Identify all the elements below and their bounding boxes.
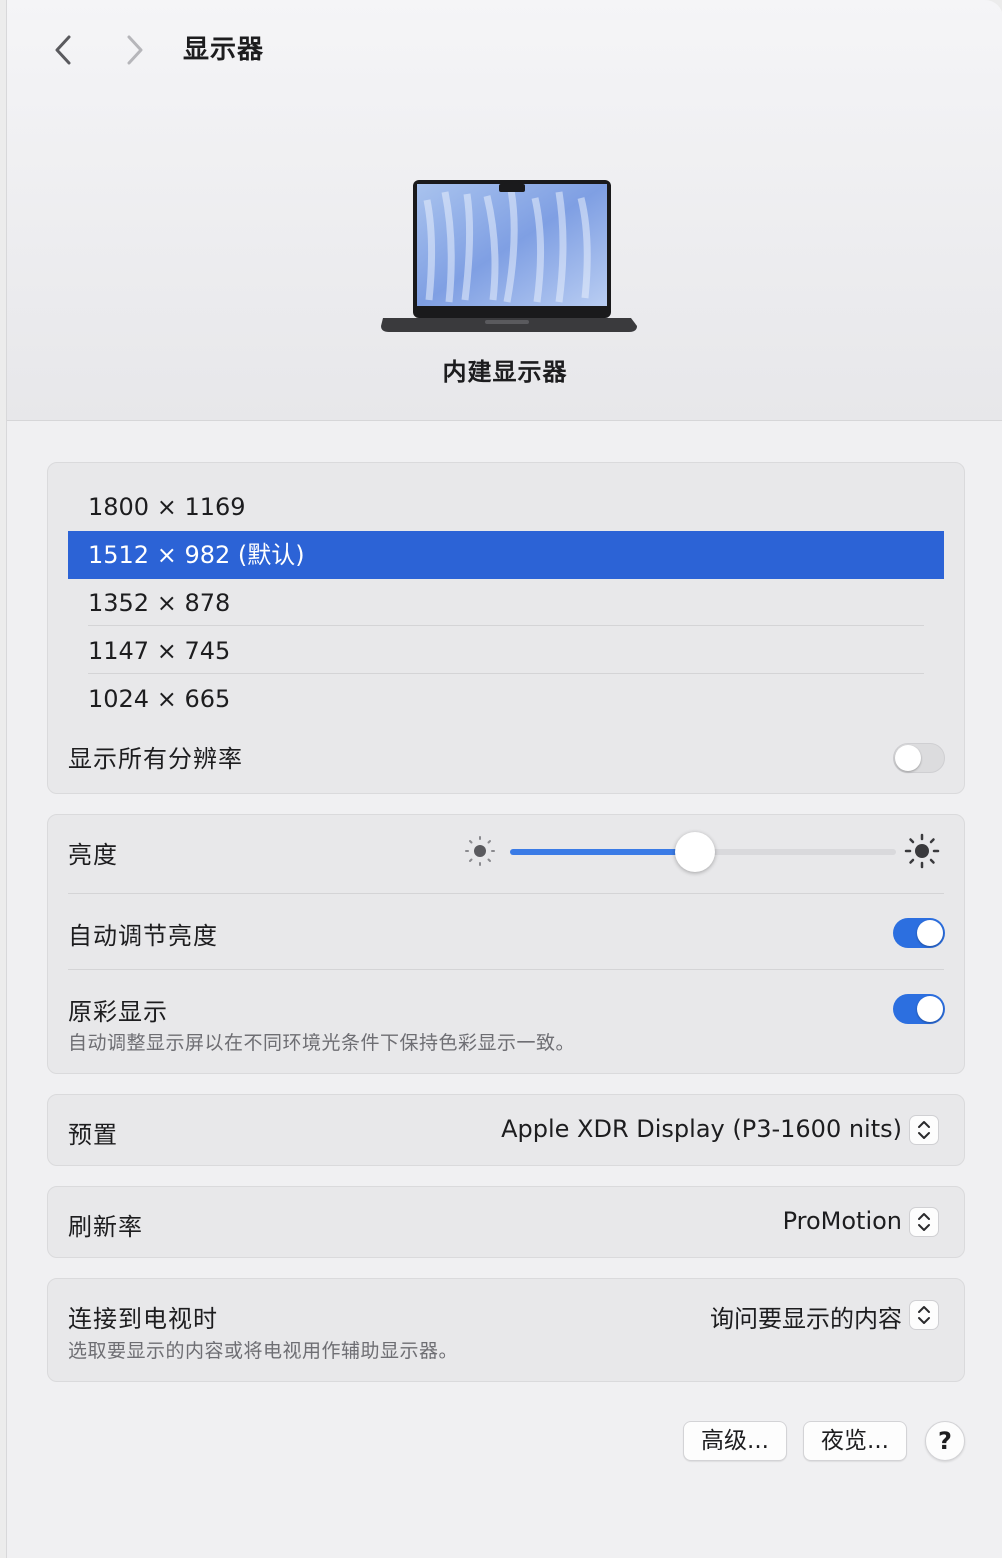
night-shift-button[interactable]: 夜览... (803, 1421, 907, 1461)
back-button[interactable] (43, 30, 83, 70)
toggle-knob (917, 920, 943, 946)
divider (88, 673, 924, 674)
brightness-label: 亮度 (68, 841, 118, 869)
chevron-up-down-icon (918, 1121, 930, 1139)
divider (68, 969, 944, 970)
chevron-right-icon (127, 35, 143, 65)
true-tone-label: 原彩显示 (68, 998, 168, 1026)
toggle-knob (895, 745, 921, 771)
chevron-up-down-icon (918, 1306, 930, 1324)
show-all-resolutions-label: 显示所有分辨率 (68, 745, 243, 773)
display-header: 显示器 内建显示器 (7, 0, 1002, 421)
laptop-display-icon[interactable] (375, 176, 639, 336)
sun-small-icon (465, 836, 495, 866)
true-tone-toggle[interactable] (893, 994, 945, 1024)
advanced-button[interactable]: 高级... (683, 1421, 787, 1461)
divider (68, 893, 944, 894)
tv-connection-description: 选取要显示的内容或将电视用作辅助显示器。 (68, 1340, 459, 1362)
chevron-up-down-icon (918, 1213, 930, 1231)
chevron-left-icon (55, 35, 71, 65)
brightness-slider-fill (510, 849, 696, 855)
sun-large-icon (904, 833, 940, 869)
resolution-option[interactable]: 1024 × 665 (68, 675, 944, 723)
tv-connection-label: 连接到电视时 (68, 1305, 218, 1333)
help-button[interactable]: ? (925, 1421, 965, 1461)
forward-button[interactable] (115, 30, 155, 70)
refresh-rate-label: 刷新率 (68, 1213, 143, 1241)
tv-connection-value[interactable]: 询问要显示的内容 (710, 1299, 902, 1334)
preset-label: 预置 (68, 1121, 118, 1149)
brightness-card: 亮度 自动调节亮度 原彩显示 自动调整显示屏以在不同环境光条件下保持色彩显示一致… (47, 814, 965, 1074)
refresh-rate-popup-button[interactable] (909, 1207, 939, 1237)
true-tone-description: 自动调整显示屏以在不同环境光条件下保持色彩显示一致。 (68, 1032, 576, 1054)
display-name: 内建显示器 (442, 358, 568, 386)
resolution-option-selected[interactable]: 1512 × 982 (默认) (68, 531, 944, 579)
preset-popup-button[interactable] (909, 1115, 939, 1145)
resolution-option[interactable]: 1147 × 745 (68, 627, 944, 675)
toggle-knob (917, 996, 943, 1022)
page-title: 显示器 (183, 35, 265, 65)
preset-card: 预置 Apple XDR Display (P3-1600 nits) (47, 1094, 965, 1166)
auto-brightness-label: 自动调节亮度 (68, 922, 218, 950)
settings-window: 显示器 内建显示器 1800 × 1169 1512 × 982 (默认) 13… (6, 0, 1002, 1558)
auto-brightness-toggle[interactable] (893, 918, 945, 948)
resolution-option[interactable]: 1800 × 1169 (68, 483, 944, 531)
resolution-card: 1800 × 1169 1512 × 982 (默认) 1352 × 878 1… (47, 462, 965, 794)
divider (88, 625, 924, 626)
tv-connection-card: 连接到电视时 选取要显示的内容或将电视用作辅助显示器。 询问要显示的内容 (47, 1278, 965, 1382)
refresh-rate-value[interactable]: ProMotion (783, 1207, 902, 1235)
show-all-resolutions-toggle[interactable] (893, 743, 945, 773)
brightness-slider-thumb[interactable] (675, 832, 716, 872)
resolution-option[interactable]: 1352 × 878 (68, 579, 944, 627)
preset-value[interactable]: Apple XDR Display (P3-1600 nits) (501, 1115, 902, 1143)
tv-connection-popup-button[interactable] (909, 1300, 939, 1330)
refresh-rate-card: 刷新率 ProMotion (47, 1186, 965, 1258)
